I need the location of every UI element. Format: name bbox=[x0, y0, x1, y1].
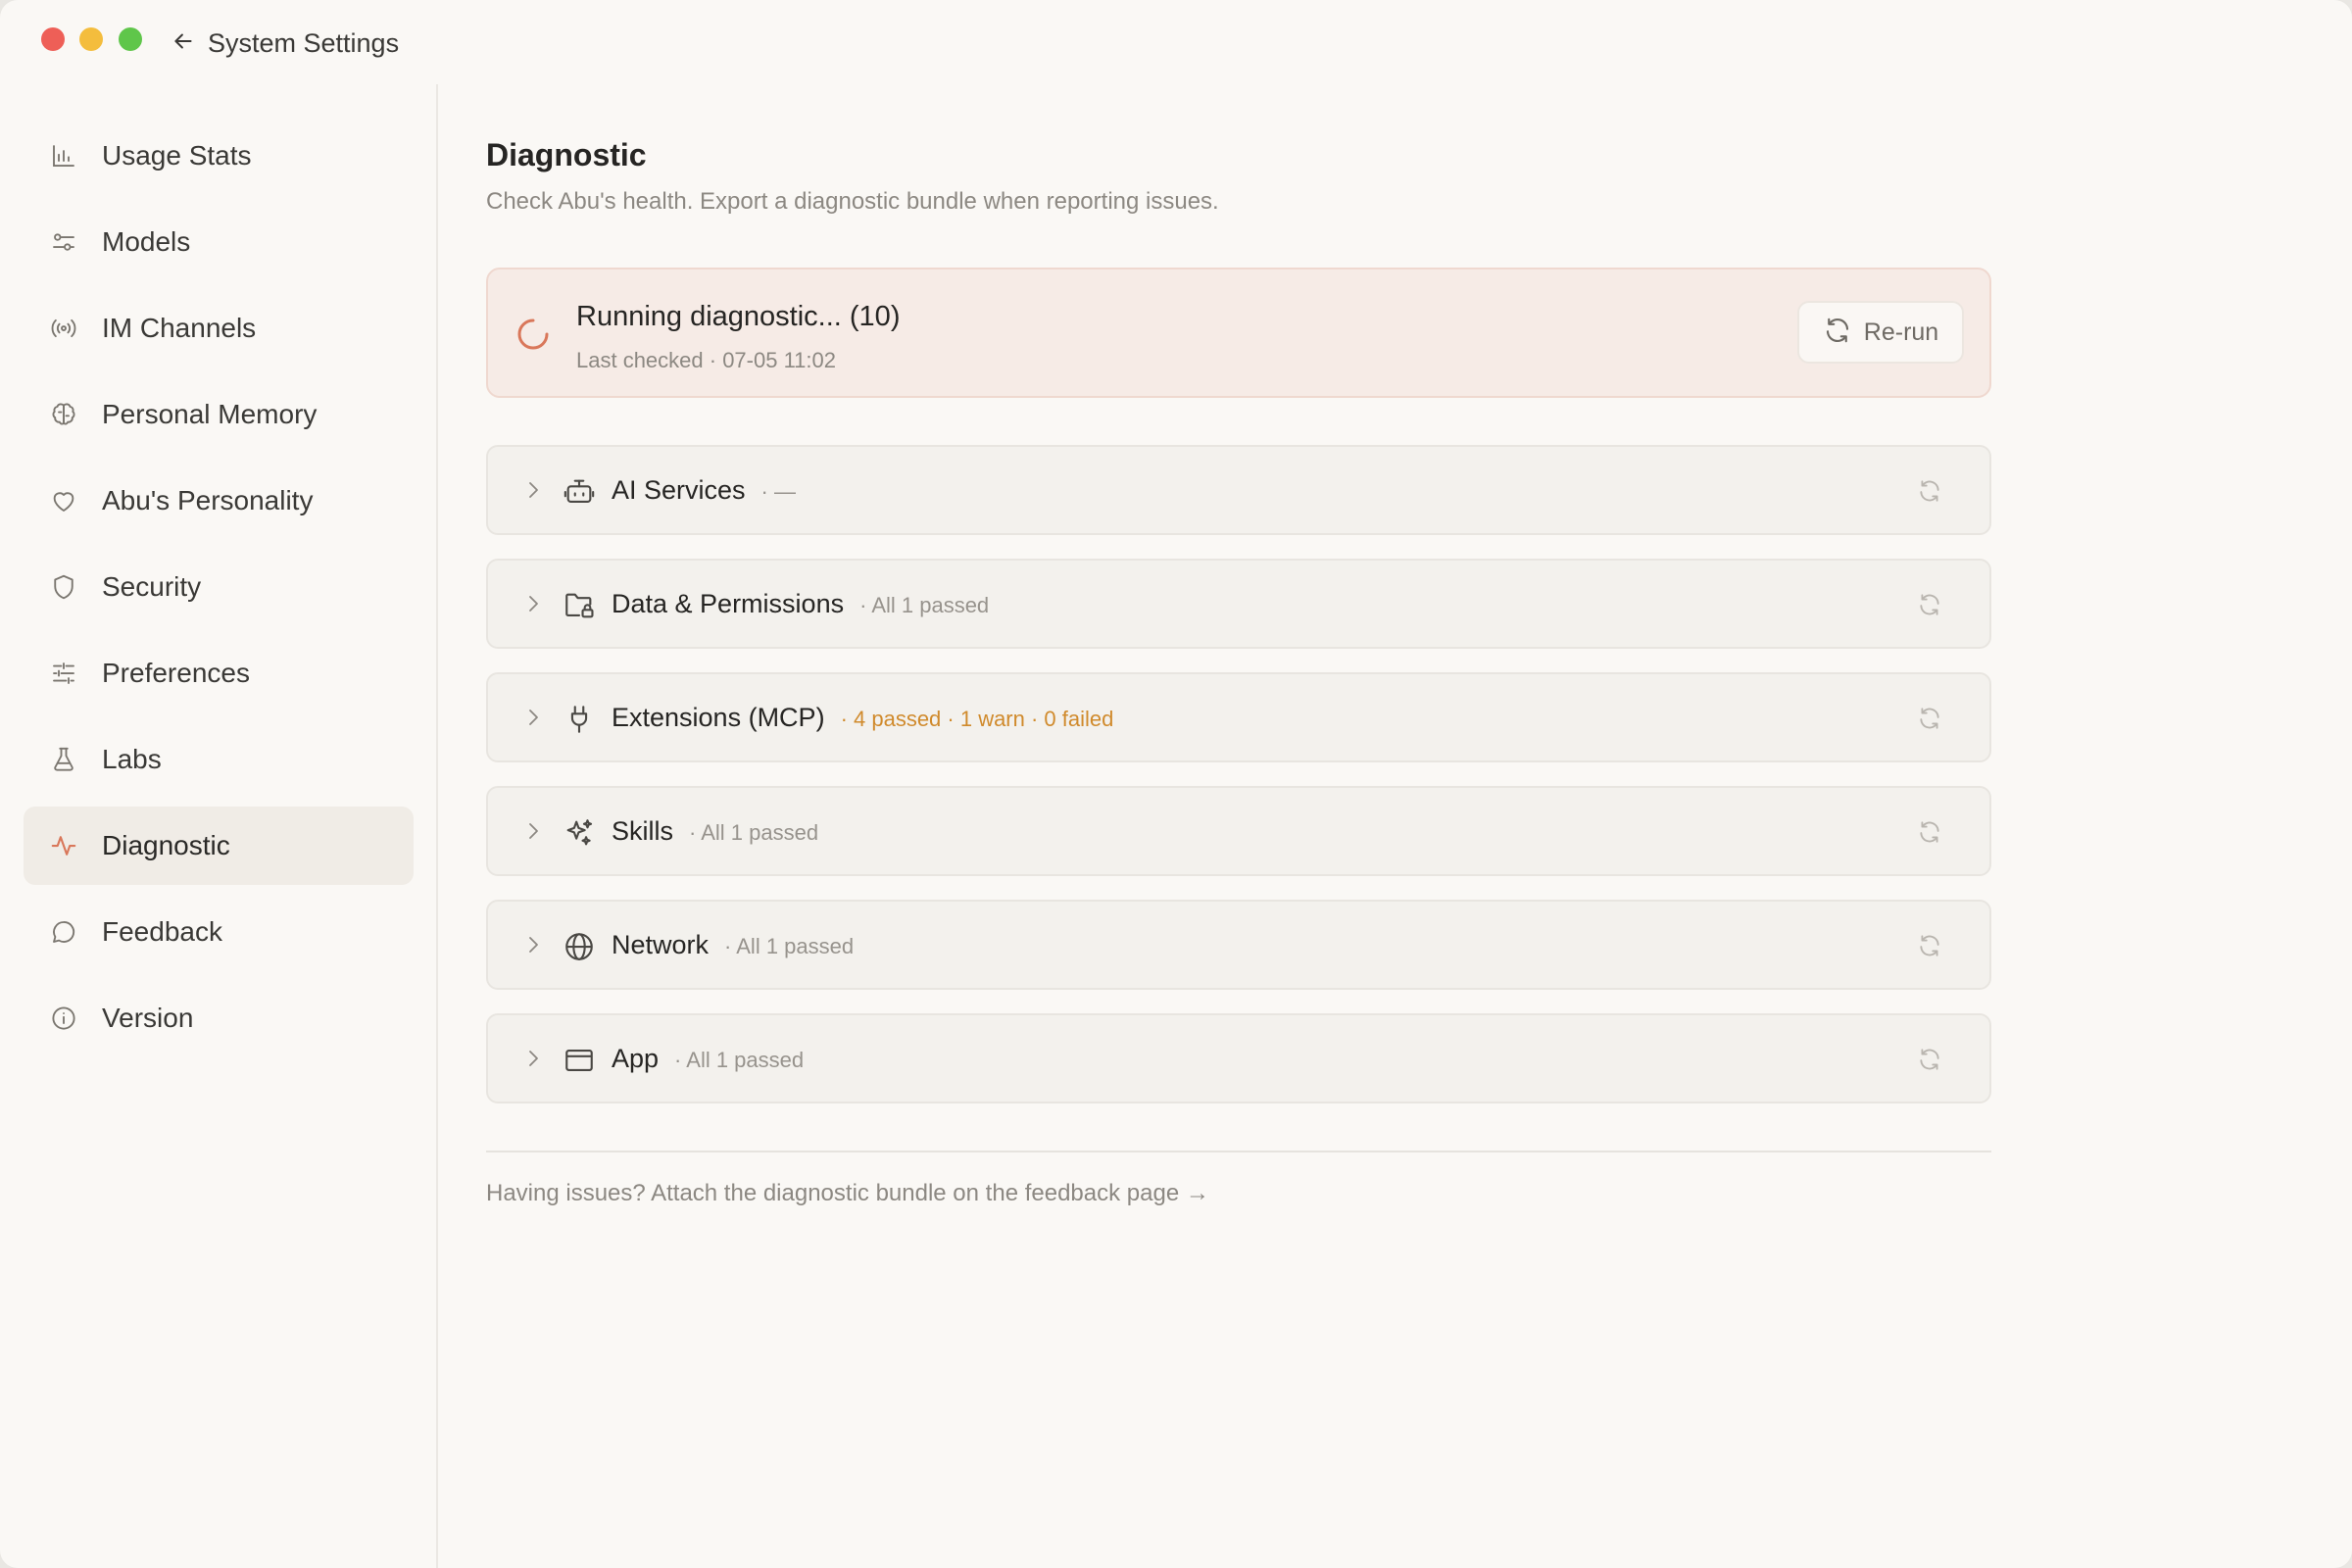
sidebar-item-label: Preferences bbox=[102, 658, 250, 688]
chat-bubble-icon bbox=[24, 917, 102, 947]
refresh-icon[interactable] bbox=[1917, 1047, 1942, 1072]
flask-icon bbox=[24, 745, 102, 774]
diagnostic-group-extensions[interactable]: Extensions (MCP) · 4 passed · 1 warn · 0 … bbox=[486, 672, 1991, 762]
back-label: System Settings bbox=[208, 27, 400, 58]
bar-chart-icon bbox=[24, 141, 102, 171]
globe-icon bbox=[565, 933, 593, 960]
adjustments-icon bbox=[24, 659, 102, 688]
diagnostic-group-data-permissions[interactable]: Data & Permissions · All 1 passed bbox=[486, 559, 1991, 649]
group-status: · All 1 passed bbox=[674, 1048, 805, 1072]
page-title: Diagnostic bbox=[486, 137, 647, 172]
sidebar-item-models[interactable]: Models bbox=[24, 203, 414, 281]
group-status: · — bbox=[760, 479, 796, 504]
broadcast-icon bbox=[24, 314, 102, 343]
minimize-window-button[interactable] bbox=[79, 27, 103, 51]
sidebar-item-usage-stats[interactable]: Usage Stats bbox=[24, 117, 414, 195]
refresh-icon bbox=[1823, 316, 1852, 350]
feedback-page-link[interactable]: Having issues? Attach the diagnostic bun… bbox=[486, 1180, 1209, 1207]
group-status: · All 1 passed bbox=[859, 593, 990, 617]
sidebar-item-im-channels[interactable]: IM Channels bbox=[24, 289, 414, 368]
arrow-left-icon bbox=[171, 28, 196, 59]
group-name: AI Services bbox=[612, 475, 746, 505]
sidebar-item-preferences[interactable]: Preferences bbox=[24, 634, 414, 712]
close-window-button[interactable] bbox=[41, 27, 65, 51]
diagnostic-group-network[interactable]: Network · All 1 passed bbox=[486, 900, 1991, 990]
chevron-right-icon bbox=[529, 596, 538, 612]
refresh-icon[interactable] bbox=[1917, 592, 1942, 617]
shield-icon bbox=[24, 572, 102, 602]
sidebar-item-label: Usage Stats bbox=[102, 140, 252, 171]
sidebar-item-label: Personal Memory bbox=[102, 399, 318, 429]
sidebar-item-abus-personality[interactable]: Abu's Personality bbox=[24, 462, 414, 540]
sidebar-item-label: Diagnostic bbox=[102, 830, 230, 860]
group-name: Network bbox=[612, 930, 710, 959]
robot-icon bbox=[564, 479, 595, 503]
rerun-button[interactable]: Re-run bbox=[1797, 301, 1964, 364]
sidebar-item-label: Abu's Personality bbox=[102, 485, 314, 515]
sidebar-item-personal-memory[interactable]: Personal Memory bbox=[24, 375, 414, 454]
sliders-icon bbox=[24, 227, 102, 257]
sidebar-item-diagnostic[interactable]: Diagnostic bbox=[24, 807, 414, 885]
sidebar-item-security[interactable]: Security bbox=[24, 548, 414, 626]
sidebar-item-label: IM Channels bbox=[102, 313, 257, 343]
chevron-right-icon bbox=[529, 937, 538, 953]
refresh-icon[interactable] bbox=[1917, 478, 1942, 504]
sidebar-item-feedback[interactable]: Feedback bbox=[24, 893, 414, 971]
back-button[interactable]: System Settings bbox=[171, 25, 399, 61]
spinner-icon bbox=[515, 317, 551, 352]
activity-icon bbox=[24, 831, 102, 860]
settings-window: System Settings Usage Stats Models IM Ch… bbox=[0, 0, 2352, 1568]
sidebar-item-label: Feedback bbox=[102, 916, 222, 947]
group-name: Data & Permissions bbox=[612, 589, 845, 618]
sidebar-item-labs[interactable]: Labs bbox=[24, 720, 414, 799]
folder-lock-icon bbox=[565, 593, 594, 618]
chevron-right-icon bbox=[529, 823, 538, 839]
page-subtitle: Check Abu's health. Export a diagnostic … bbox=[486, 188, 1219, 215]
refresh-icon[interactable] bbox=[1917, 706, 1942, 731]
status-title: Running diagnostic... (10) bbox=[576, 301, 901, 332]
app-window-icon bbox=[565, 1050, 593, 1071]
chevron-right-icon bbox=[529, 482, 538, 498]
refresh-icon[interactable] bbox=[1917, 819, 1942, 845]
info-icon bbox=[24, 1004, 102, 1033]
group-name: Extensions (MCP) bbox=[612, 703, 825, 732]
diagnostic-status-card: Running diagnostic... (10) Last checked … bbox=[486, 268, 1991, 398]
group-name: App bbox=[612, 1044, 660, 1073]
heart-icon bbox=[24, 486, 102, 515]
sidebar-item-label: Labs bbox=[102, 744, 162, 774]
group-status: · All 1 passed bbox=[689, 820, 819, 845]
diagnostic-group-app[interactable]: App · All 1 passed bbox=[486, 1013, 1991, 1103]
chevron-right-icon bbox=[529, 710, 538, 725]
chevron-right-icon bbox=[529, 1051, 538, 1066]
sparkles-icon bbox=[566, 819, 593, 846]
sidebar-item-version[interactable]: Version bbox=[24, 979, 414, 1057]
sidebar-item-label: Models bbox=[102, 226, 191, 257]
diagnostic-group-skills[interactable]: Skills · All 1 passed bbox=[486, 786, 1991, 876]
rerun-label: Re-run bbox=[1863, 318, 1939, 346]
diagnostic-group-ai-services[interactable]: AI Services · — bbox=[486, 445, 1991, 535]
plug-icon bbox=[570, 706, 588, 733]
brain-icon bbox=[24, 400, 102, 429]
group-name: Skills bbox=[612, 816, 674, 846]
group-status: · 4 passed · 1 warn · 0 failed bbox=[840, 707, 1114, 731]
divider bbox=[486, 1151, 1991, 1152]
zoom-window-button[interactable] bbox=[119, 27, 142, 51]
sidebar-item-label: Version bbox=[102, 1003, 194, 1033]
sidebar: Usage Stats Models IM Channels Personal … bbox=[0, 84, 438, 1568]
sidebar-item-label: Security bbox=[102, 571, 202, 602]
title-bar: System Settings bbox=[0, 0, 2352, 84]
last-checked-text: Last checked · 07-05 11:02 bbox=[576, 348, 836, 372]
group-status: · All 1 passed bbox=[724, 934, 855, 958]
refresh-icon[interactable] bbox=[1917, 933, 1942, 958]
